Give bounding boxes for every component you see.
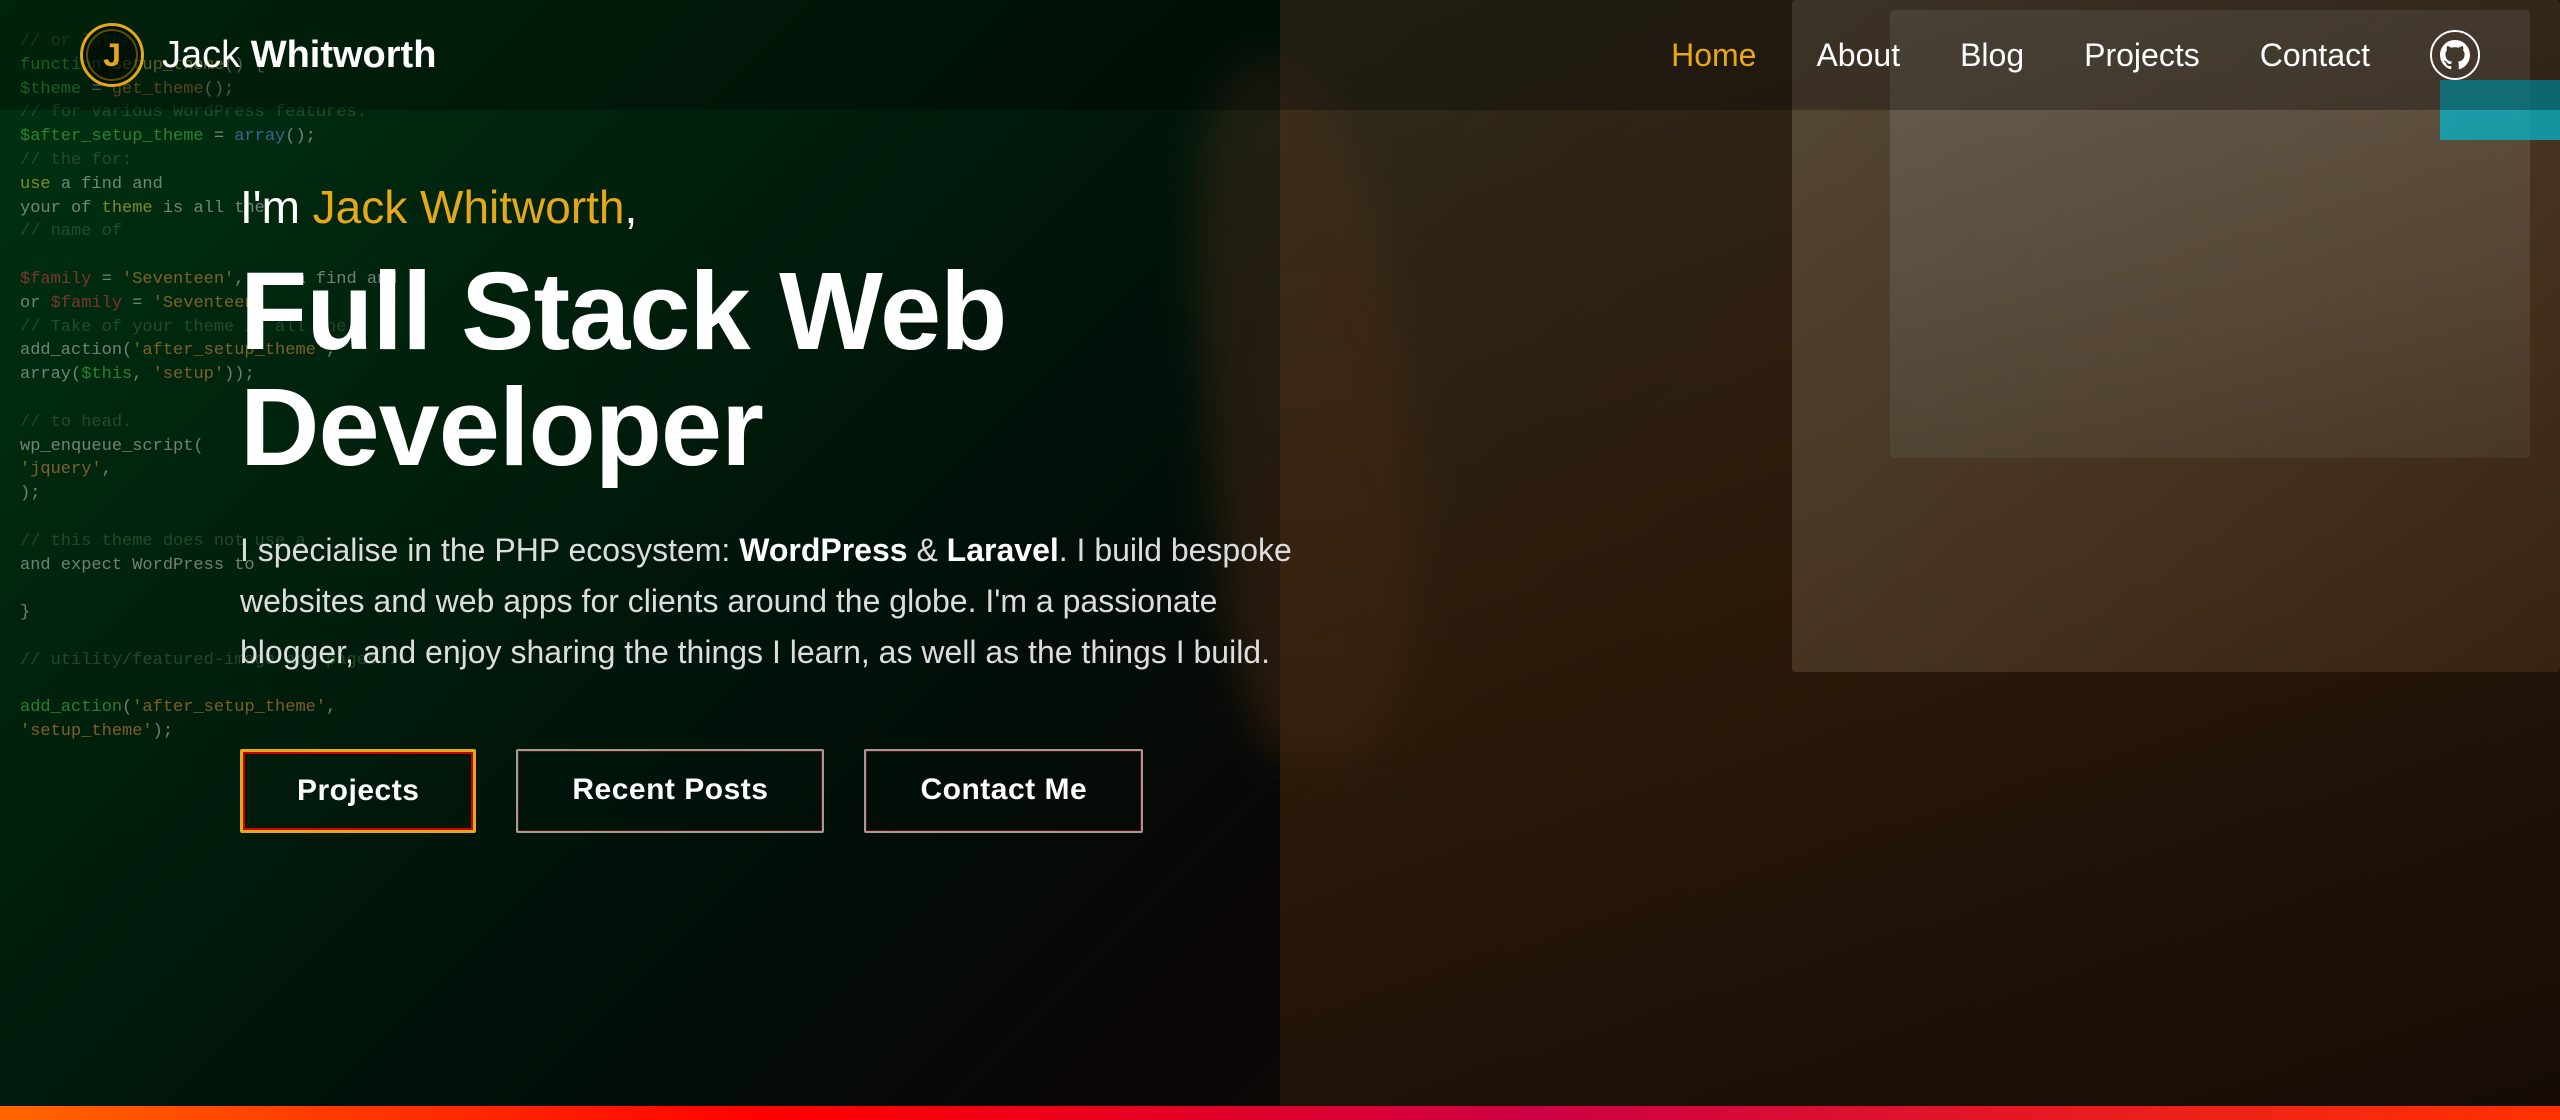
- brand-last-name: Whitworth: [251, 34, 437, 76]
- desc-amp: &: [908, 532, 947, 568]
- contact-me-button[interactable]: Contact Me: [864, 749, 1143, 833]
- intro-text: I'm: [240, 181, 313, 233]
- brand-logo: J: [80, 23, 144, 87]
- hero-content: I'm Jack Whitworth, Full Stack Web Devel…: [240, 180, 1540, 833]
- navbar: J Jack Whitworth Home About Blog Project…: [0, 0, 2560, 110]
- brand-logo-link[interactable]: J Jack Whitworth: [80, 23, 436, 87]
- brand-logo-letter: J: [103, 37, 121, 74]
- desc-wordpress: WordPress: [739, 532, 907, 568]
- cta-buttons: Projects Recent Posts Contact Me: [240, 749, 1540, 833]
- recent-posts-button[interactable]: Recent Posts: [516, 749, 824, 833]
- nav-link-projects[interactable]: Projects: [2084, 37, 2200, 74]
- nav-link-about[interactable]: About: [1816, 37, 1900, 74]
- hero-description: I specialise in the PHP ecosystem: WordP…: [240, 525, 1340, 679]
- brand-name: Jack Whitworth: [162, 34, 436, 77]
- brand-first-name: Jack: [162, 34, 251, 76]
- hero-title: Full Stack Web Developer: [240, 254, 1540, 485]
- nav-link-contact[interactable]: Contact: [2260, 37, 2370, 74]
- github-icon[interactable]: [2430, 30, 2480, 80]
- hero-intro: I'm Jack Whitworth,: [240, 180, 1540, 234]
- nav-links: Home About Blog Projects Contact: [1671, 30, 2480, 80]
- nav-link-blog[interactable]: Blog: [1960, 37, 2024, 74]
- hero-comma: ,: [625, 181, 638, 233]
- desc-laravel: Laravel: [947, 532, 1059, 568]
- bottom-bar: [0, 1106, 2560, 1120]
- desc-plain: I specialise in the PHP ecosystem:: [240, 532, 739, 568]
- nav-link-home[interactable]: Home: [1671, 37, 1756, 74]
- projects-button[interactable]: Projects: [240, 749, 476, 833]
- hero-name: Jack Whitworth: [313, 181, 625, 233]
